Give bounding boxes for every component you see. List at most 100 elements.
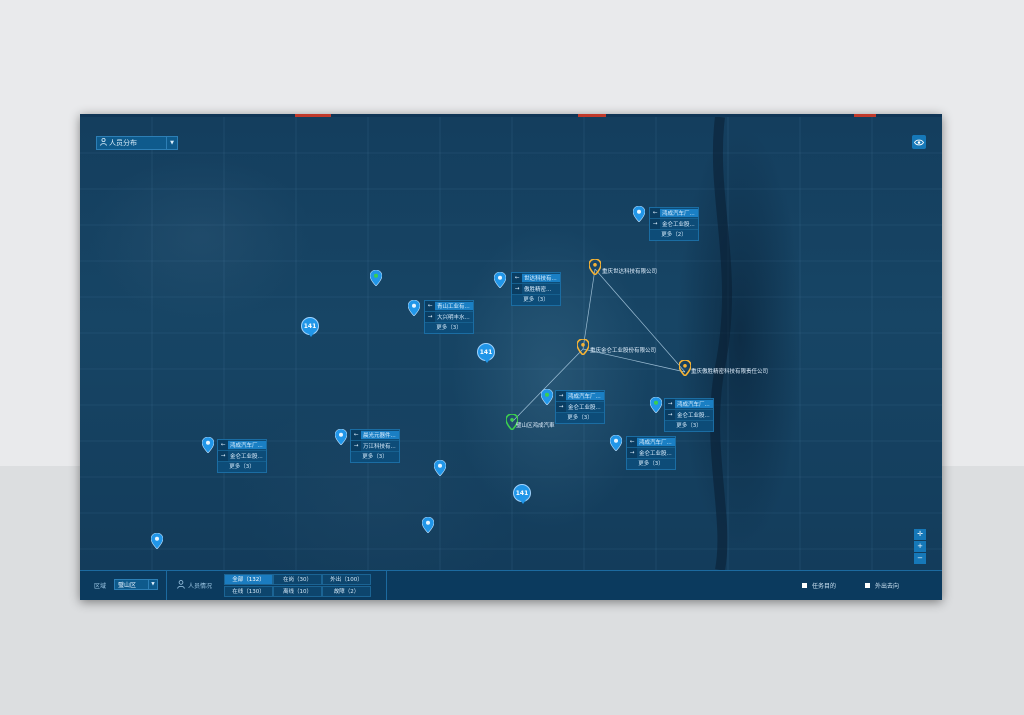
arrow-right-icon: → [665, 410, 675, 420]
location-pin-icon[interactable] [370, 270, 382, 286]
zoom-in-button[interactable]: + [914, 541, 926, 552]
marker-popup: ← 鸿成汽车厂... → 金仑工业股... 更多（3） [217, 439, 267, 473]
arrow-right-icon: → [512, 284, 522, 294]
location-pin-icon[interactable] [151, 533, 163, 549]
company-pin-icon[interactable] [589, 259, 601, 275]
eye-icon [914, 139, 924, 145]
status-filter-all[interactable]: 全部（132） [224, 574, 273, 585]
divider [386, 571, 387, 600]
company-pin-icon[interactable] [577, 339, 589, 355]
location-pin-icon[interactable] [494, 272, 506, 288]
popup-row[interactable]: → 金仑工业股... [556, 402, 604, 413]
popup-row[interactable]: → 金仑工业股... [218, 451, 266, 462]
personnel-label: 人员情况 [188, 583, 213, 590]
arrow-right-icon: → [425, 312, 435, 322]
arrow-right-icon: → [218, 451, 228, 461]
marker-popup: ← 青山工业有... → 大兴明丰水... 更多（3） [424, 300, 474, 334]
location-pin-icon[interactable] [434, 460, 446, 476]
popup-row[interactable]: ← 世达科技有... [512, 273, 560, 284]
location-pin-icon[interactable] [633, 206, 645, 222]
company-label: 璧山区鸿成汽車 [516, 423, 555, 429]
location-pin-icon[interactable] [202, 437, 214, 453]
popup-more-link[interactable]: 更多（2） [650, 230, 698, 240]
location-pin-icon[interactable] [541, 389, 553, 405]
marker-popup: ← 鸿成汽车厂... → 金仑工业股... 更多（3） [626, 436, 676, 470]
marker-popup: ← 晨光元器件... → 万江科技有... 更多（3） [350, 429, 400, 463]
status-filter-online[interactable]: 在线（130） [224, 586, 273, 597]
location-pin-icon[interactable] [408, 300, 420, 316]
popup-more-link[interactable]: 更多（3） [665, 421, 713, 431]
popup-row[interactable]: → 大兴明丰水... [425, 312, 473, 323]
popup-more-link[interactable]: 更多（3） [425, 323, 473, 333]
region-dropdown[interactable]: 璧山区 ▼ [114, 579, 158, 590]
marker-popup: → 鸿成汽车厂... → 金仑工业股... 更多（3） [664, 398, 714, 432]
status-filter-out[interactable]: 外出（100） [322, 574, 371, 585]
legend-swatch [865, 583, 870, 588]
bottom-toolbar: 区域 璧山区 ▼ 人员情况 全部（132） 在岗（30） 外出（100） 在线（… [80, 570, 942, 600]
company-pin-icon[interactable] [679, 360, 691, 376]
popup-more-link[interactable]: 更多（3） [512, 295, 560, 305]
zoom-controls: ✛ + − [914, 529, 926, 564]
legend-task-purpose[interactable]: 任务目的 [802, 581, 836, 590]
cluster-badge[interactable]: 141 [301, 317, 319, 337]
arrow-right-icon: → [627, 448, 637, 458]
cluster-badge[interactable]: 141 [513, 484, 531, 504]
popup-row[interactable]: → 鸿成汽车厂... [556, 391, 604, 402]
popup-row[interactable]: ← 晨光元器件... [351, 430, 399, 441]
popup-row[interactable]: ← 鸿成汽车厂... [650, 208, 698, 219]
arrow-right-icon: → [665, 399, 675, 409]
popup-row[interactable]: → 鸿成汽车厂... [665, 399, 713, 410]
legend-label: 外出去向 [875, 583, 900, 590]
marker-popup: ← 鸿成汽车厂... → 金仑工业股... 更多（2） [649, 207, 699, 241]
popup-more-link[interactable]: 更多（3） [218, 462, 266, 472]
layer-dropdown[interactable]: 人员分布 ▼ [96, 136, 178, 150]
person-icon [97, 137, 109, 148]
location-pin-icon[interactable] [610, 435, 622, 451]
map-grid [80, 117, 942, 570]
popup-row[interactable]: → 金仑工业股... [627, 448, 675, 459]
location-pin-icon[interactable] [335, 429, 347, 445]
popup-more-link[interactable]: 更多（3） [351, 452, 399, 462]
cluster-badge[interactable]: 141 [477, 343, 495, 363]
chevron-down-icon: ▼ [148, 580, 157, 589]
popup-row[interactable]: → 傲胜精密... [512, 284, 560, 295]
locate-button[interactable]: ✛ [914, 529, 926, 540]
arrow-right-icon: → [556, 402, 566, 412]
popup-row[interactable]: ← 鸿成汽车厂... [218, 440, 266, 451]
arrow-left-icon: ← [425, 301, 435, 311]
arrow-right-icon: → [650, 219, 660, 229]
location-pin-icon[interactable] [650, 397, 662, 413]
status-filter-on-duty[interactable]: 在岗（30） [273, 574, 322, 585]
marker-popup: ← 世达科技有... → 傲胜精密... 更多（3） [511, 272, 561, 306]
status-filter-fault[interactable]: 故障（2） [322, 586, 371, 597]
region-label: 区域 [94, 583, 107, 590]
arrow-right-icon: → [351, 441, 361, 451]
map-canvas[interactable]: 重庆世达科技有限公司 重庆金仑工业股份有限公司 重庆傲胜精密科技有限责任公司 璧… [80, 117, 942, 570]
arrow-left-icon: ← [512, 273, 522, 283]
chevron-down-icon: ▼ [166, 137, 177, 149]
layer-dropdown-label: 人员分布 [109, 139, 137, 147]
popup-row[interactable]: → 金仑工业股... [665, 410, 713, 421]
status-filter-offline[interactable]: 离线（10） [273, 586, 322, 597]
popup-row[interactable]: → 金仑工业股... [650, 219, 698, 230]
arrow-left-icon: ← [218, 440, 228, 450]
popup-more-link[interactable]: 更多（3） [556, 413, 604, 423]
app-window: 重庆世达科技有限公司 重庆金仑工业股份有限公司 重庆傲胜精密科技有限责任公司 璧… [80, 114, 942, 600]
popup-more-link[interactable]: 更多（3） [627, 459, 675, 469]
company-label: 重庆傲胜精密科技有限责任公司 [691, 369, 769, 375]
arrow-right-icon: → [556, 391, 566, 401]
legend-out-destination[interactable]: 外出去向 [865, 581, 899, 590]
person-icon [177, 580, 185, 589]
arrow-left-icon: ← [627, 437, 637, 447]
zoom-out-button[interactable]: − [914, 553, 926, 564]
location-pin-icon[interactable] [422, 517, 434, 533]
legend-label: 任务目的 [812, 583, 837, 590]
popup-row[interactable]: ← 青山工业有... [425, 301, 473, 312]
visibility-toggle-button[interactable] [912, 135, 926, 149]
company-label: 重庆世达科技有限公司 [602, 269, 658, 275]
marker-popup: → 鸿成汽车厂... → 金仑工业股... 更多（3） [555, 390, 605, 424]
popup-row[interactable]: → 万江科技有... [351, 441, 399, 452]
company-label: 重庆金仑工业股份有限公司 [590, 348, 657, 354]
arrow-left-icon: ← [351, 430, 361, 440]
popup-row[interactable]: ← 鸿成汽车厂... [627, 437, 675, 448]
